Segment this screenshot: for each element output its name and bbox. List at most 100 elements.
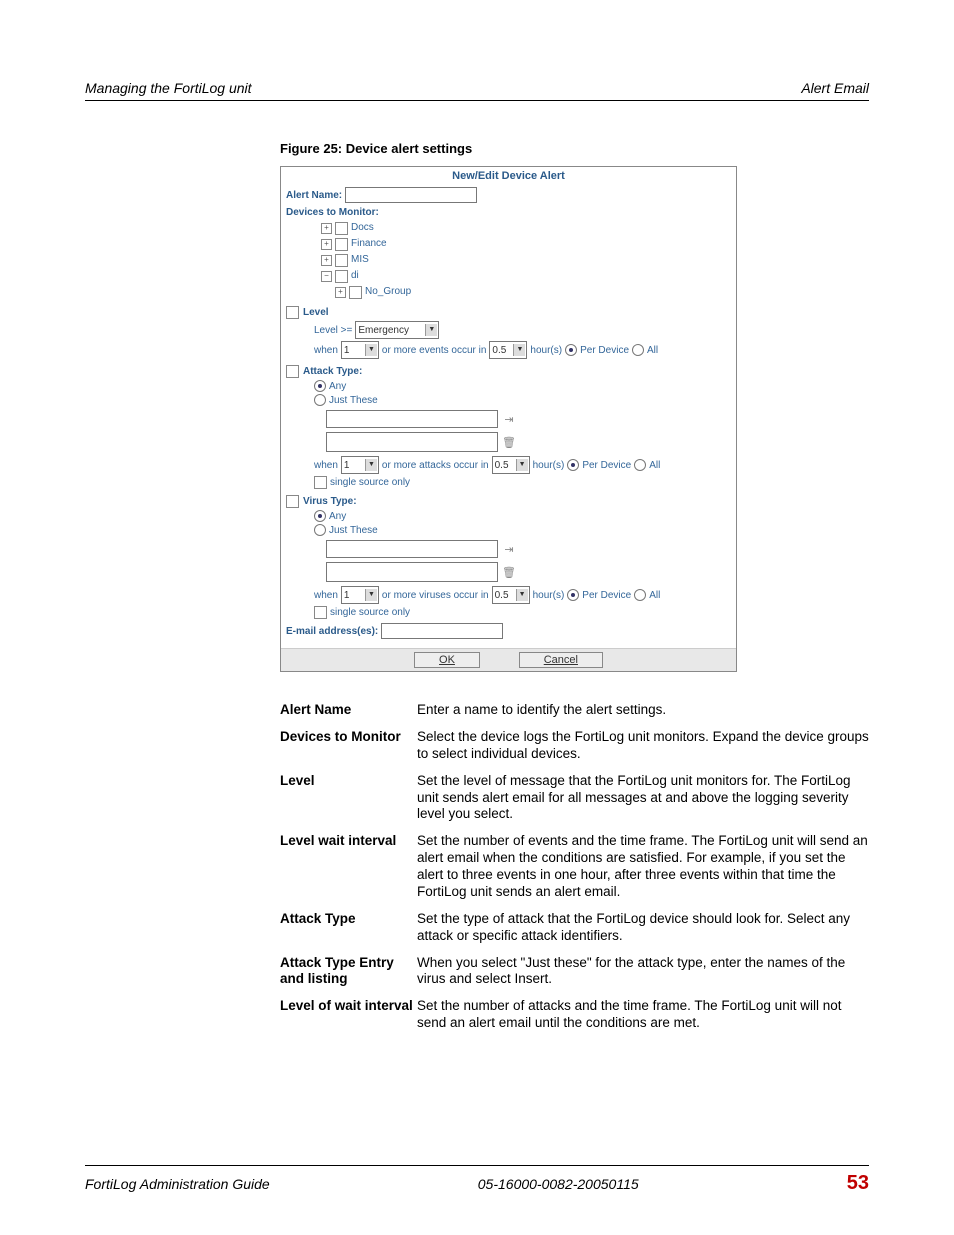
virus-name-input[interactable] (326, 540, 498, 558)
attack-all-radio[interactable] (634, 459, 646, 471)
desc-term: Level (280, 773, 417, 824)
virus-all-radio[interactable] (634, 589, 646, 601)
desc-term: Devices to Monitor (280, 729, 417, 763)
alert-name-label: Alert Name: (286, 190, 342, 201)
header-right: Alert Email (801, 80, 869, 96)
tree-label: MIS (351, 252, 369, 268)
virus-list-box[interactable] (326, 562, 498, 582)
collapse-icon[interactable]: − (321, 271, 332, 282)
desc-def: Enter a name to identify the alert setti… (417, 702, 869, 719)
virus-any-row: Any (314, 510, 731, 522)
desc-row: Alert NameEnter a name to identify the a… (280, 702, 869, 719)
all-label: All (649, 590, 660, 601)
virus-per-device-radio[interactable] (567, 589, 579, 601)
virus-just-radio[interactable] (314, 524, 326, 536)
insert-icon[interactable]: ⇥ (501, 541, 517, 557)
alert-name-input[interactable] (345, 187, 477, 203)
email-input[interactable] (381, 623, 503, 639)
virus-single-row: single source only (314, 606, 731, 619)
attack-any-row: Any (314, 380, 731, 392)
alert-name-row: Alert Name: (286, 187, 731, 203)
when-label: when (314, 345, 338, 356)
level-select[interactable]: Emergency (355, 321, 439, 339)
description-table: Alert NameEnter a name to identify the a… (280, 702, 869, 1032)
viruses-text: or more viruses occur in (382, 590, 489, 601)
expand-icon[interactable]: + (321, 239, 332, 250)
trash-icon[interactable]: 🗑 (501, 434, 517, 450)
insert-icon[interactable]: ⇥ (501, 411, 517, 427)
hours-label: hour(s) (533, 590, 565, 601)
devices-label: Devices to Monitor: (286, 207, 731, 218)
attacks-text: or more attacks occur in (382, 460, 489, 471)
desc-row: Attack TypeSet the type of attack that t… (280, 911, 869, 945)
when-label: when (314, 590, 338, 601)
virus-any-radio[interactable] (314, 510, 326, 522)
per-device-label: Per Device (582, 460, 631, 471)
attack-type-label: Attack Type: (303, 366, 362, 377)
desc-row: Level of wait intervalSet the number of … (280, 998, 869, 1032)
attack-list-box[interactable] (326, 432, 498, 452)
page-number: 53 (847, 1172, 869, 1195)
expand-icon[interactable]: + (335, 287, 346, 298)
device-alert-panel: New/Edit Device Alert Alert Name: Device… (280, 166, 737, 672)
any-label: Any (329, 511, 346, 522)
attack-single-row: single source only (314, 476, 731, 489)
tree-item[interactable]: − di (321, 268, 731, 284)
attack-checkbox[interactable] (286, 365, 299, 378)
tree-label: di (351, 268, 359, 284)
ok-button[interactable]: OK (414, 652, 480, 668)
attack-when-row: when 1 or more attacks occur in 0.5 hour… (314, 456, 731, 474)
attack-per-device-radio[interactable] (567, 459, 579, 471)
attack-section-header: Attack Type: (286, 365, 731, 378)
tree-checkbox[interactable] (335, 254, 348, 267)
virus-checkbox[interactable] (286, 495, 299, 508)
all-radio[interactable] (632, 344, 644, 356)
page-footer: FortiLog Administration Guide 05-16000-0… (85, 1165, 869, 1195)
virus-section-header: Virus Type: (286, 495, 731, 508)
hours-label: hour(s) (530, 345, 562, 356)
desc-row: Attack Type Entry and listingWhen you se… (280, 955, 869, 989)
attack-count-select[interactable]: 1 (341, 456, 379, 474)
footer-left: FortiLog Administration Guide (85, 1176, 270, 1192)
trash-icon[interactable]: 🗑 (501, 564, 517, 580)
attack-entry-block: ⇥ 🗑 (326, 410, 731, 452)
virus-single-checkbox[interactable] (314, 606, 327, 619)
attack-any-radio[interactable] (314, 380, 326, 392)
attack-interval-select[interactable]: 0.5 (492, 456, 530, 474)
virus-interval-select[interactable]: 0.5 (492, 586, 530, 604)
tree-checkbox[interactable] (335, 238, 348, 251)
email-row: E-mail address(es): (286, 623, 731, 639)
cancel-button[interactable]: Cancel (519, 652, 603, 668)
desc-def: When you select "Just these" for the att… (417, 955, 869, 989)
tree-checkbox[interactable] (335, 270, 348, 283)
desc-term: Level of wait interval (280, 998, 417, 1032)
tree-checkbox[interactable] (335, 222, 348, 235)
desc-def: Set the number of events and the time fr… (417, 833, 869, 901)
attack-name-input[interactable] (326, 410, 498, 428)
attack-single-checkbox[interactable] (314, 476, 327, 489)
virus-when-row: when 1 or more viruses occur in 0.5 hour… (314, 586, 731, 604)
expand-icon[interactable]: + (321, 255, 332, 266)
per-device-radio[interactable] (565, 344, 577, 356)
just-these-label: Just These (329, 525, 378, 536)
attack-just-radio[interactable] (314, 394, 326, 406)
event-count-select[interactable]: 1 (341, 341, 379, 359)
tree-checkbox[interactable] (349, 286, 362, 299)
single-source-label: single source only (330, 607, 410, 618)
any-label: Any (329, 381, 346, 392)
event-interval-select[interactable]: 0.5 (489, 341, 527, 359)
desc-row: Level wait intervalSet the number of eve… (280, 833, 869, 901)
panel-title: New/Edit Device Alert (281, 167, 736, 185)
tree-item[interactable]: +Finance (321, 236, 731, 252)
virus-count-select[interactable]: 1 (341, 586, 379, 604)
desc-term: Level wait interval (280, 833, 417, 901)
expand-icon[interactable]: + (321, 223, 332, 234)
footer-center: 05-16000-0082-20050115 (478, 1176, 639, 1192)
tree-item[interactable]: +Docs (321, 220, 731, 236)
level-checkbox[interactable] (286, 306, 299, 319)
header-left: Managing the FortiLog unit (85, 80, 252, 96)
tree-item[interactable]: + MIS (321, 252, 731, 268)
tree-item[interactable]: +No_Group (335, 284, 731, 300)
desc-def: Select the device logs the FortiLog unit… (417, 729, 869, 763)
button-row: OK Cancel (281, 648, 736, 671)
